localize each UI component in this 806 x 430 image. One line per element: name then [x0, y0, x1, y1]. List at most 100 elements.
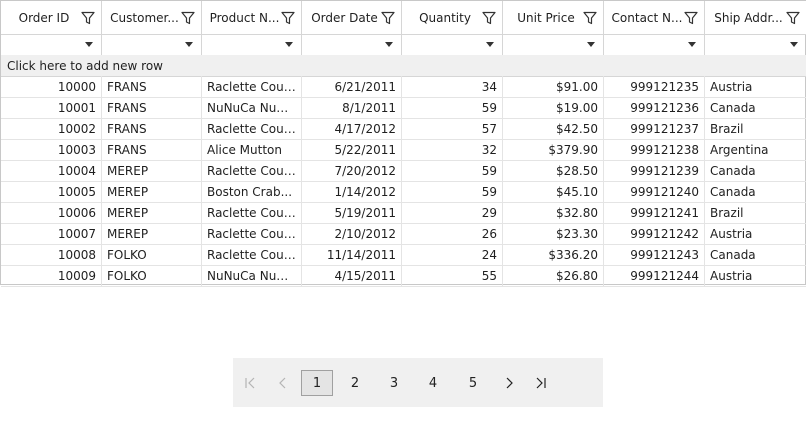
table-cell[interactable]: 999121235: [604, 76, 705, 97]
prev-page-button[interactable]: [267, 370, 299, 396]
table-cell[interactable]: 8/1/2011: [302, 97, 402, 118]
table-cell[interactable]: Raclette Courd...: [202, 244, 302, 265]
filter-icon[interactable]: [583, 11, 597, 25]
chevron-down-icon[interactable]: [185, 42, 193, 47]
chevron-down-icon[interactable]: [587, 42, 595, 47]
table-cell[interactable]: $45.10: [503, 181, 604, 202]
table-cell[interactable]: Austria: [705, 265, 806, 286]
table-cell[interactable]: 10002: [1, 118, 102, 139]
filter-icon[interactable]: [81, 11, 95, 25]
chevron-down-icon[interactable]: [790, 42, 798, 47]
table-cell[interactable]: Canada: [705, 97, 806, 118]
filter-cell[interactable]: [1, 34, 102, 55]
table-cell[interactable]: 10003: [1, 139, 102, 160]
table-cell[interactable]: $28.50: [503, 160, 604, 181]
table-cell[interactable]: Canada: [705, 160, 806, 181]
table-cell[interactable]: $23.30: [503, 223, 604, 244]
table-cell[interactable]: FRANS: [102, 139, 202, 160]
table-cell[interactable]: $91.00: [503, 76, 604, 97]
table-cell[interactable]: 1/14/2012: [302, 181, 402, 202]
table-cell[interactable]: $32.80: [503, 202, 604, 223]
table-cell[interactable]: 6/21/2011: [302, 76, 402, 97]
table-row[interactable]: 10008 FOLKO Raclette Courd... 11/14/2011 24 $…: [1, 244, 806, 266]
table-cell[interactable]: Argentina: [705, 139, 806, 160]
chevron-down-icon[interactable]: [688, 42, 696, 47]
table-cell[interactable]: 4/15/2011: [302, 265, 402, 286]
table-cell[interactable]: 29: [402, 202, 503, 223]
table-cell[interactable]: Canada: [705, 244, 806, 265]
table-cell[interactable]: 999121243: [604, 244, 705, 265]
table-cell[interactable]: 999121238: [604, 139, 705, 160]
filter-cell[interactable]: [705, 34, 806, 55]
table-cell[interactable]: 7/20/2012: [302, 160, 402, 181]
table-cell[interactable]: 57: [402, 118, 503, 139]
filter-icon[interactable]: [482, 11, 496, 25]
table-cell[interactable]: FRANS: [102, 118, 202, 139]
table-cell[interactable]: 34: [402, 76, 503, 97]
column-header[interactable]: Quantity: [402, 1, 503, 34]
table-cell[interactable]: FRANS: [102, 97, 202, 118]
table-cell[interactable]: 999121236: [604, 97, 705, 118]
table-cell[interactable]: Austria: [705, 223, 806, 244]
table-cell[interactable]: MEREP: [102, 202, 202, 223]
table-cell[interactable]: Raclette Courd...: [202, 160, 302, 181]
chevron-down-icon[interactable]: [85, 42, 93, 47]
table-cell[interactable]: MEREP: [102, 181, 202, 202]
filter-icon[interactable]: [381, 11, 395, 25]
table-row[interactable]: 10004 MEREP Raclette Courd... 7/20/2012 59 $2…: [1, 160, 806, 182]
table-cell[interactable]: Boston Crab...: [202, 181, 302, 202]
table-cell[interactable]: 5/22/2011: [302, 139, 402, 160]
table-row[interactable]: 10006 MEREP Raclette Courd... 5/19/2011 29 $3…: [1, 202, 806, 224]
table-cell[interactable]: Canada: [705, 181, 806, 202]
table-cell[interactable]: Brazil: [705, 202, 806, 223]
table-cell[interactable]: 26: [402, 223, 503, 244]
table-cell[interactable]: $19.00: [503, 97, 604, 118]
filter-icon[interactable]: [786, 11, 800, 25]
table-cell[interactable]: 999121240: [604, 181, 705, 202]
next-page-button[interactable]: [493, 370, 525, 396]
filter-cell[interactable]: [402, 34, 503, 55]
table-cell[interactable]: 24: [402, 244, 503, 265]
table-cell[interactable]: 32: [402, 139, 503, 160]
column-header[interactable]: Customer...: [102, 1, 202, 34]
table-cell[interactable]: MEREP: [102, 160, 202, 181]
table-row[interactable]: 10000 FRANS Raclette Courd... 6/21/2011 34 $9…: [1, 76, 806, 98]
table-cell[interactable]: NuNuCa Nuß-...: [202, 265, 302, 286]
table-cell[interactable]: 11/14/2011: [302, 244, 402, 265]
table-cell[interactable]: Austria: [705, 76, 806, 97]
column-header[interactable]: Order ID: [1, 1, 102, 34]
table-cell[interactable]: MEREP: [102, 223, 202, 244]
table-cell[interactable]: 10004: [1, 160, 102, 181]
table-cell[interactable]: $336.20: [503, 244, 604, 265]
table-cell[interactable]: 999121244: [604, 265, 705, 286]
table-cell[interactable]: Raclette Courd...: [202, 76, 302, 97]
table-cell[interactable]: FOLKO: [102, 244, 202, 265]
column-header[interactable]: Ship Addr...: [705, 1, 806, 34]
table-row[interactable]: 10003 FRANS Alice Mutton 5/22/2011 32 $379.90…: [1, 139, 806, 161]
table-cell[interactable]: 10008: [1, 244, 102, 265]
page-button-3[interactable]: 3: [378, 370, 410, 396]
table-cell[interactable]: 999121239: [604, 160, 705, 181]
table-cell[interactable]: 59: [402, 181, 503, 202]
table-cell[interactable]: 59: [402, 160, 503, 181]
filter-icon[interactable]: [281, 11, 295, 25]
filter-icon[interactable]: [684, 11, 698, 25]
table-cell[interactable]: Raclette Courd...: [202, 223, 302, 244]
table-cell[interactable]: 10005: [1, 181, 102, 202]
table-cell[interactable]: Alice Mutton: [202, 139, 302, 160]
table-row[interactable]: 10007 MEREP Raclette Courd... 2/10/2012 26 $2…: [1, 223, 806, 245]
column-header[interactable]: Order Date: [302, 1, 402, 34]
column-header[interactable]: Contact N...: [604, 1, 705, 34]
table-cell[interactable]: 999121241: [604, 202, 705, 223]
filter-cell[interactable]: [302, 34, 402, 55]
chevron-down-icon[interactable]: [486, 42, 494, 47]
filter-cell[interactable]: [503, 34, 604, 55]
table-cell[interactable]: 2/10/2012: [302, 223, 402, 244]
table-cell[interactable]: NuNuCa Nuß-...: [202, 97, 302, 118]
filter-cell[interactable]: [202, 34, 302, 55]
table-cell[interactable]: $26.80: [503, 265, 604, 286]
table-cell[interactable]: 999121242: [604, 223, 705, 244]
table-cell[interactable]: FOLKO: [102, 265, 202, 286]
filter-cell[interactable]: [102, 34, 202, 55]
table-row[interactable]: 10009 FOLKO NuNuCa Nuß-... 4/15/2011 55 $26.8…: [1, 265, 806, 287]
